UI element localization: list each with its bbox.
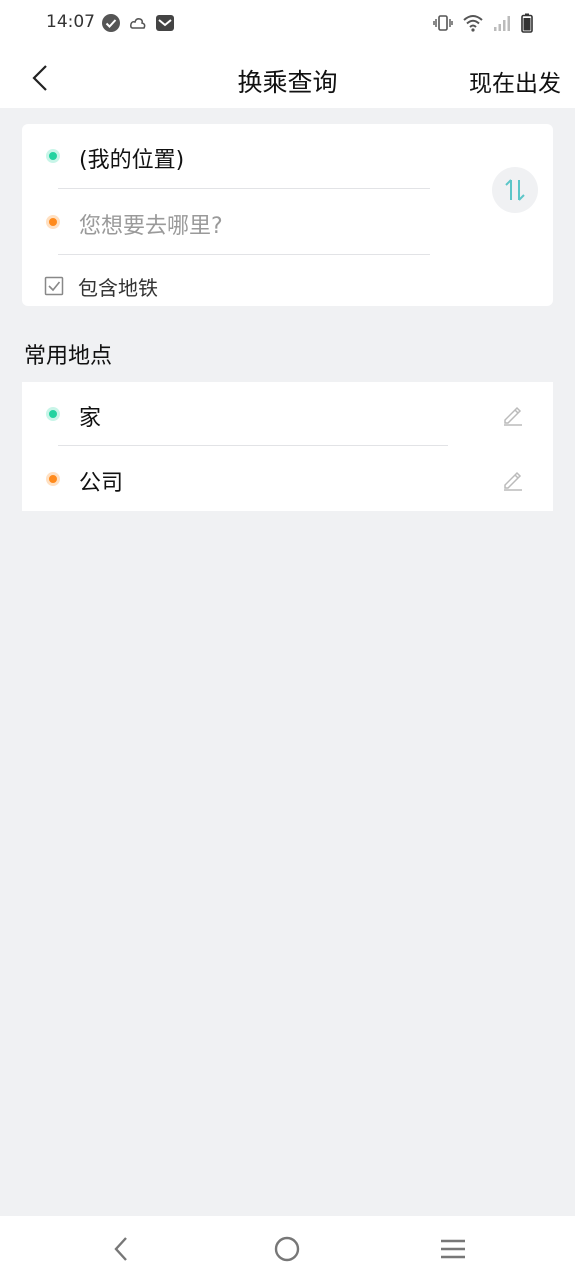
cloud-icon: [129, 14, 147, 36]
include-subway-toggle[interactable]: 包含地铁: [44, 272, 158, 300]
status-bar: 14:07: [0, 0, 575, 48]
origin-row[interactable]: (我的位置): [22, 124, 462, 189]
checkbox-checked-icon[interactable]: [44, 276, 64, 296]
depart-now-button[interactable]: 现在出发: [469, 64, 561, 98]
favorites-title: 常用地点: [24, 344, 113, 369]
vibrate-icon: [433, 14, 453, 36]
swap-button[interactable]: [492, 167, 538, 213]
divider: [58, 254, 430, 255]
system-menu-button[interactable]: [438, 1234, 468, 1264]
divider: [58, 188, 430, 189]
route-card: (我的位置) 您想要去哪里? 包含地铁: [22, 124, 553, 306]
back-triangle-icon: [114, 1237, 127, 1261]
wifi-icon: [463, 14, 483, 36]
destination-input[interactable]: 您想要去哪里?: [79, 208, 223, 240]
check-circle-icon: [101, 13, 121, 37]
battery-icon: [521, 13, 533, 37]
destination-dot-icon: [46, 215, 60, 229]
home-dot-icon: [46, 407, 60, 421]
list-item-label: 公司: [79, 471, 124, 496]
status-time: 14:07: [46, 12, 95, 32]
mail-icon: [155, 13, 175, 37]
status-left-icons: [101, 13, 175, 37]
list-item-home[interactable]: 家: [22, 382, 553, 446]
include-subway-label: 包含地铁: [78, 275, 158, 300]
edit-home-button[interactable]: [501, 402, 525, 426]
system-home-button[interactable]: [272, 1234, 302, 1264]
menu-icon: [441, 1239, 465, 1259]
signal-icon: [493, 14, 511, 36]
list-item-company[interactable]: 公司: [22, 447, 553, 511]
list-item-label: 家: [79, 406, 102, 431]
company-dot-icon: [46, 472, 60, 486]
system-back-button[interactable]: [106, 1234, 136, 1264]
pencil-icon: [504, 471, 522, 491]
system-nav-bar: [0, 1216, 575, 1280]
swap-vertical-icon: [505, 179, 525, 201]
origin-dot-icon: [46, 149, 60, 163]
origin-field[interactable]: (我的位置): [79, 142, 184, 174]
favorites-list: 家 公司: [22, 382, 553, 511]
status-right-icons: [433, 13, 533, 37]
home-circle-icon: [274, 1236, 300, 1262]
edit-company-button[interactable]: [501, 467, 525, 491]
destination-row[interactable]: 您想要去哪里?: [22, 190, 462, 255]
header: 换乘查询 现在出发: [0, 48, 575, 108]
divider: [58, 445, 448, 446]
pencil-icon: [504, 406, 522, 426]
